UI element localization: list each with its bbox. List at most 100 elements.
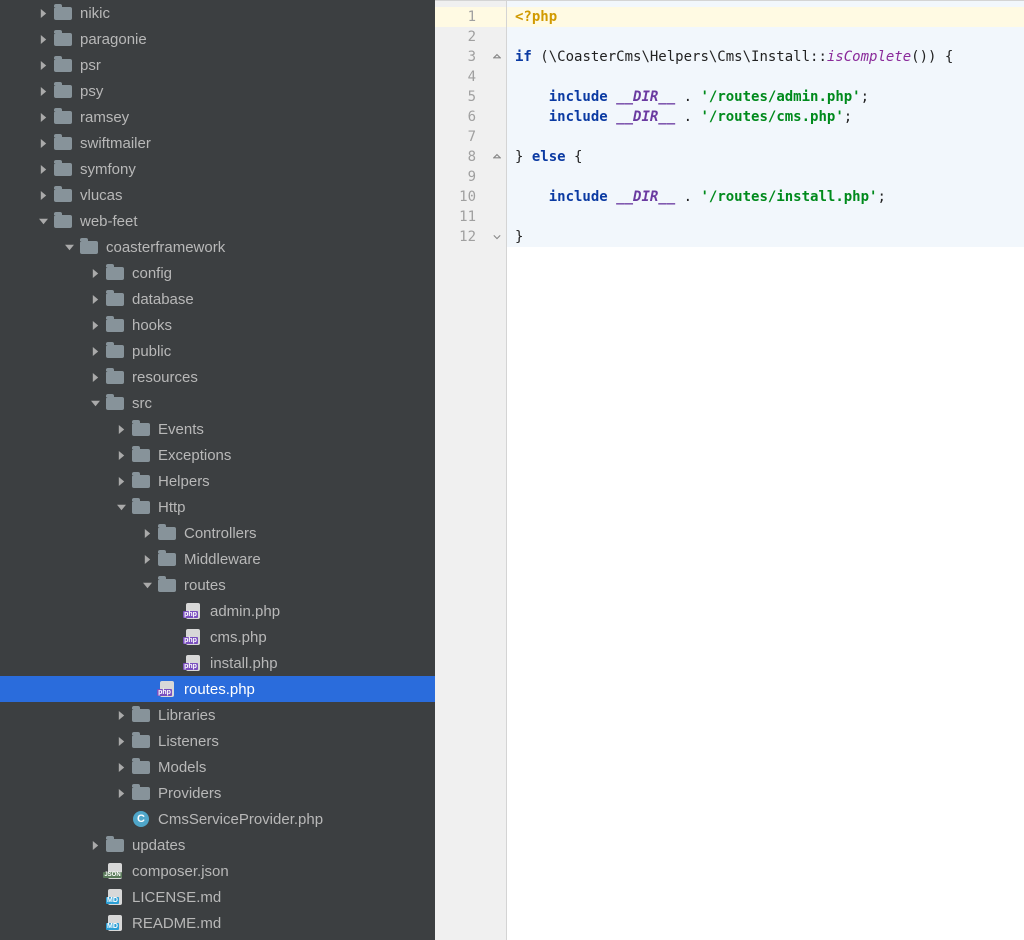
tree-item-label: paragonie [80, 31, 147, 48]
chevron-right-icon[interactable] [36, 188, 50, 202]
fold-open-icon[interactable] [492, 52, 502, 62]
chevron-right-icon[interactable] [36, 32, 50, 46]
code-token: ; [877, 189, 885, 205]
code-line[interactable] [507, 27, 1024, 47]
tree-item-providers[interactable]: Providers [0, 780, 435, 806]
tree-item-http[interactable]: Http [0, 494, 435, 520]
tree-item-label: swiftmailer [80, 135, 151, 152]
folder-icon [54, 187, 72, 203]
tree-item-psr[interactable]: psr [0, 52, 435, 78]
chevron-right-icon[interactable] [114, 734, 128, 748]
chevron-right-icon[interactable] [114, 708, 128, 722]
tree-item-admin-php[interactable]: phpadmin.php [0, 598, 435, 624]
chevron-right-icon[interactable] [114, 448, 128, 462]
project-tree[interactable]: nikic paragonie psrpsyramsey swiftmailer sym… [0, 0, 435, 940]
line-number: 5 [435, 87, 506, 107]
chevron-right-icon[interactable] [114, 422, 128, 436]
tree-item-resources[interactable]: resources [0, 364, 435, 390]
tree-item-ramsey[interactable]: ramsey [0, 104, 435, 130]
tree-item-license-md[interactable]: MDLICENSE.md [0, 884, 435, 910]
chevron-right-icon[interactable] [36, 110, 50, 124]
tree-item-label: coasterframework [106, 239, 225, 256]
code-line[interactable] [507, 167, 1024, 187]
folder-icon [158, 551, 176, 567]
chevron-right-icon[interactable] [36, 58, 50, 72]
chevron-down-icon[interactable] [140, 578, 154, 592]
chevron-right-icon[interactable] [114, 786, 128, 800]
tree-item-swiftmailer[interactable]: swiftmailer [0, 130, 435, 156]
chevron-right-icon[interactable] [88, 318, 102, 332]
tree-item-paragonie[interactable]: paragonie [0, 26, 435, 52]
tree-item-updates[interactable]: updates [0, 832, 435, 858]
chevron-right-icon[interactable] [88, 838, 102, 852]
tree-item-routes-php[interactable]: phproutes.php [0, 676, 435, 702]
code-line[interactable] [507, 127, 1024, 147]
chevron-right-icon[interactable] [114, 760, 128, 774]
tree-item-middleware[interactable]: Middleware [0, 546, 435, 572]
tree-item-src[interactable]: src [0, 390, 435, 416]
code-line[interactable]: <?php [507, 7, 1024, 27]
folder-icon [132, 499, 150, 515]
chevron-right-icon[interactable] [36, 162, 50, 176]
folder-icon [106, 837, 124, 853]
tree-item-helpers[interactable]: Helpers [0, 468, 435, 494]
tree-item-label: Providers [158, 785, 221, 802]
php-icon: php [184, 603, 202, 619]
tree-item-vlucas[interactable]: vlucas [0, 182, 435, 208]
code-token: if [515, 49, 540, 65]
fold-open-icon[interactable] [492, 152, 502, 162]
tree-item-cms-php[interactable]: php cms.php [0, 624, 435, 650]
tree-item-exceptions[interactable]: Exceptions [0, 442, 435, 468]
chevron-down-icon[interactable] [88, 396, 102, 410]
tree-item-controllers[interactable]: Controllers [0, 520, 435, 546]
folder-icon [132, 785, 150, 801]
tree-item-routes[interactable]: routes [0, 572, 435, 598]
chevron-right-icon[interactable] [36, 6, 50, 20]
chevron-right-icon[interactable] [88, 370, 102, 384]
tree-item-libraries[interactable]: Libraries [0, 702, 435, 728]
tree-item-database[interactable]: database [0, 286, 435, 312]
chevron-right-icon[interactable] [88, 266, 102, 280]
tree-item-hooks[interactable]: hooks [0, 312, 435, 338]
tree-item-listeners[interactable]: Listeners [0, 728, 435, 754]
chevron-right-icon[interactable] [140, 552, 154, 566]
chevron-right-icon[interactable] [88, 292, 102, 306]
code-line[interactable]: if (\CoasterCms\Helpers\Cms\Install::isC… [507, 47, 1024, 67]
tree-item-public[interactable]: public [0, 338, 435, 364]
tree-item-symfony[interactable]: symfony [0, 156, 435, 182]
chevron-right-icon[interactable] [36, 84, 50, 98]
editor-code[interactable]: <?php if (\CoasterCms\Helpers\Cms\Install… [507, 1, 1024, 940]
chevron-right-icon[interactable] [140, 526, 154, 540]
chevron-right-icon[interactable] [36, 136, 50, 150]
tree-item-readme-md[interactable]: MDREADME.md [0, 910, 435, 936]
chevron-right-icon[interactable] [88, 344, 102, 358]
code-line[interactable] [507, 67, 1024, 87]
code-line[interactable] [507, 207, 1024, 227]
code-line[interactable]: } else { [507, 147, 1024, 167]
code-line[interactable]: include __DIR__ . '/routes/install.php'; [507, 187, 1024, 207]
code-line[interactable]: } [507, 227, 1024, 247]
tree-item-composer-json[interactable]: JSONcomposer.json [0, 858, 435, 884]
tree-item-web-feet[interactable]: web-feet [0, 208, 435, 234]
tree-item-models[interactable]: Models [0, 754, 435, 780]
tree-item-nikic[interactable]: nikic [0, 0, 435, 26]
code-token: ; [844, 109, 852, 125]
code-line[interactable]: include __DIR__ . '/routes/cms.php'; [507, 107, 1024, 127]
tree-item-config[interactable]: config [0, 260, 435, 286]
chevron-down-icon[interactable] [36, 214, 50, 228]
code-line[interactable]: include __DIR__ . '/routes/admin.php'; [507, 87, 1024, 107]
fold-close-icon[interactable] [492, 232, 502, 242]
code-token: (\CoasterCms\Helpers\Cms\Install:: [540, 49, 827, 65]
chevron-right-icon[interactable] [114, 474, 128, 488]
tree-item-cmsserviceprovider-php[interactable]: CCmsServiceProvider.php [0, 806, 435, 832]
chevron-down-icon[interactable] [114, 500, 128, 514]
tree-item-install-php[interactable]: phpinstall.php [0, 650, 435, 676]
code-token: <?php [515, 9, 557, 25]
chevron-down-icon[interactable] [62, 240, 76, 254]
tree-item-coasterframework[interactable]: coasterframework [0, 234, 435, 260]
tree-item-updateassets[interactable]: phpupdateAssets [0, 936, 435, 940]
tree-item-label: cms.php [210, 629, 267, 646]
tree-item-psy[interactable]: psy [0, 78, 435, 104]
tree-item-events[interactable]: Events [0, 416, 435, 442]
php-icon: php [184, 629, 202, 645]
